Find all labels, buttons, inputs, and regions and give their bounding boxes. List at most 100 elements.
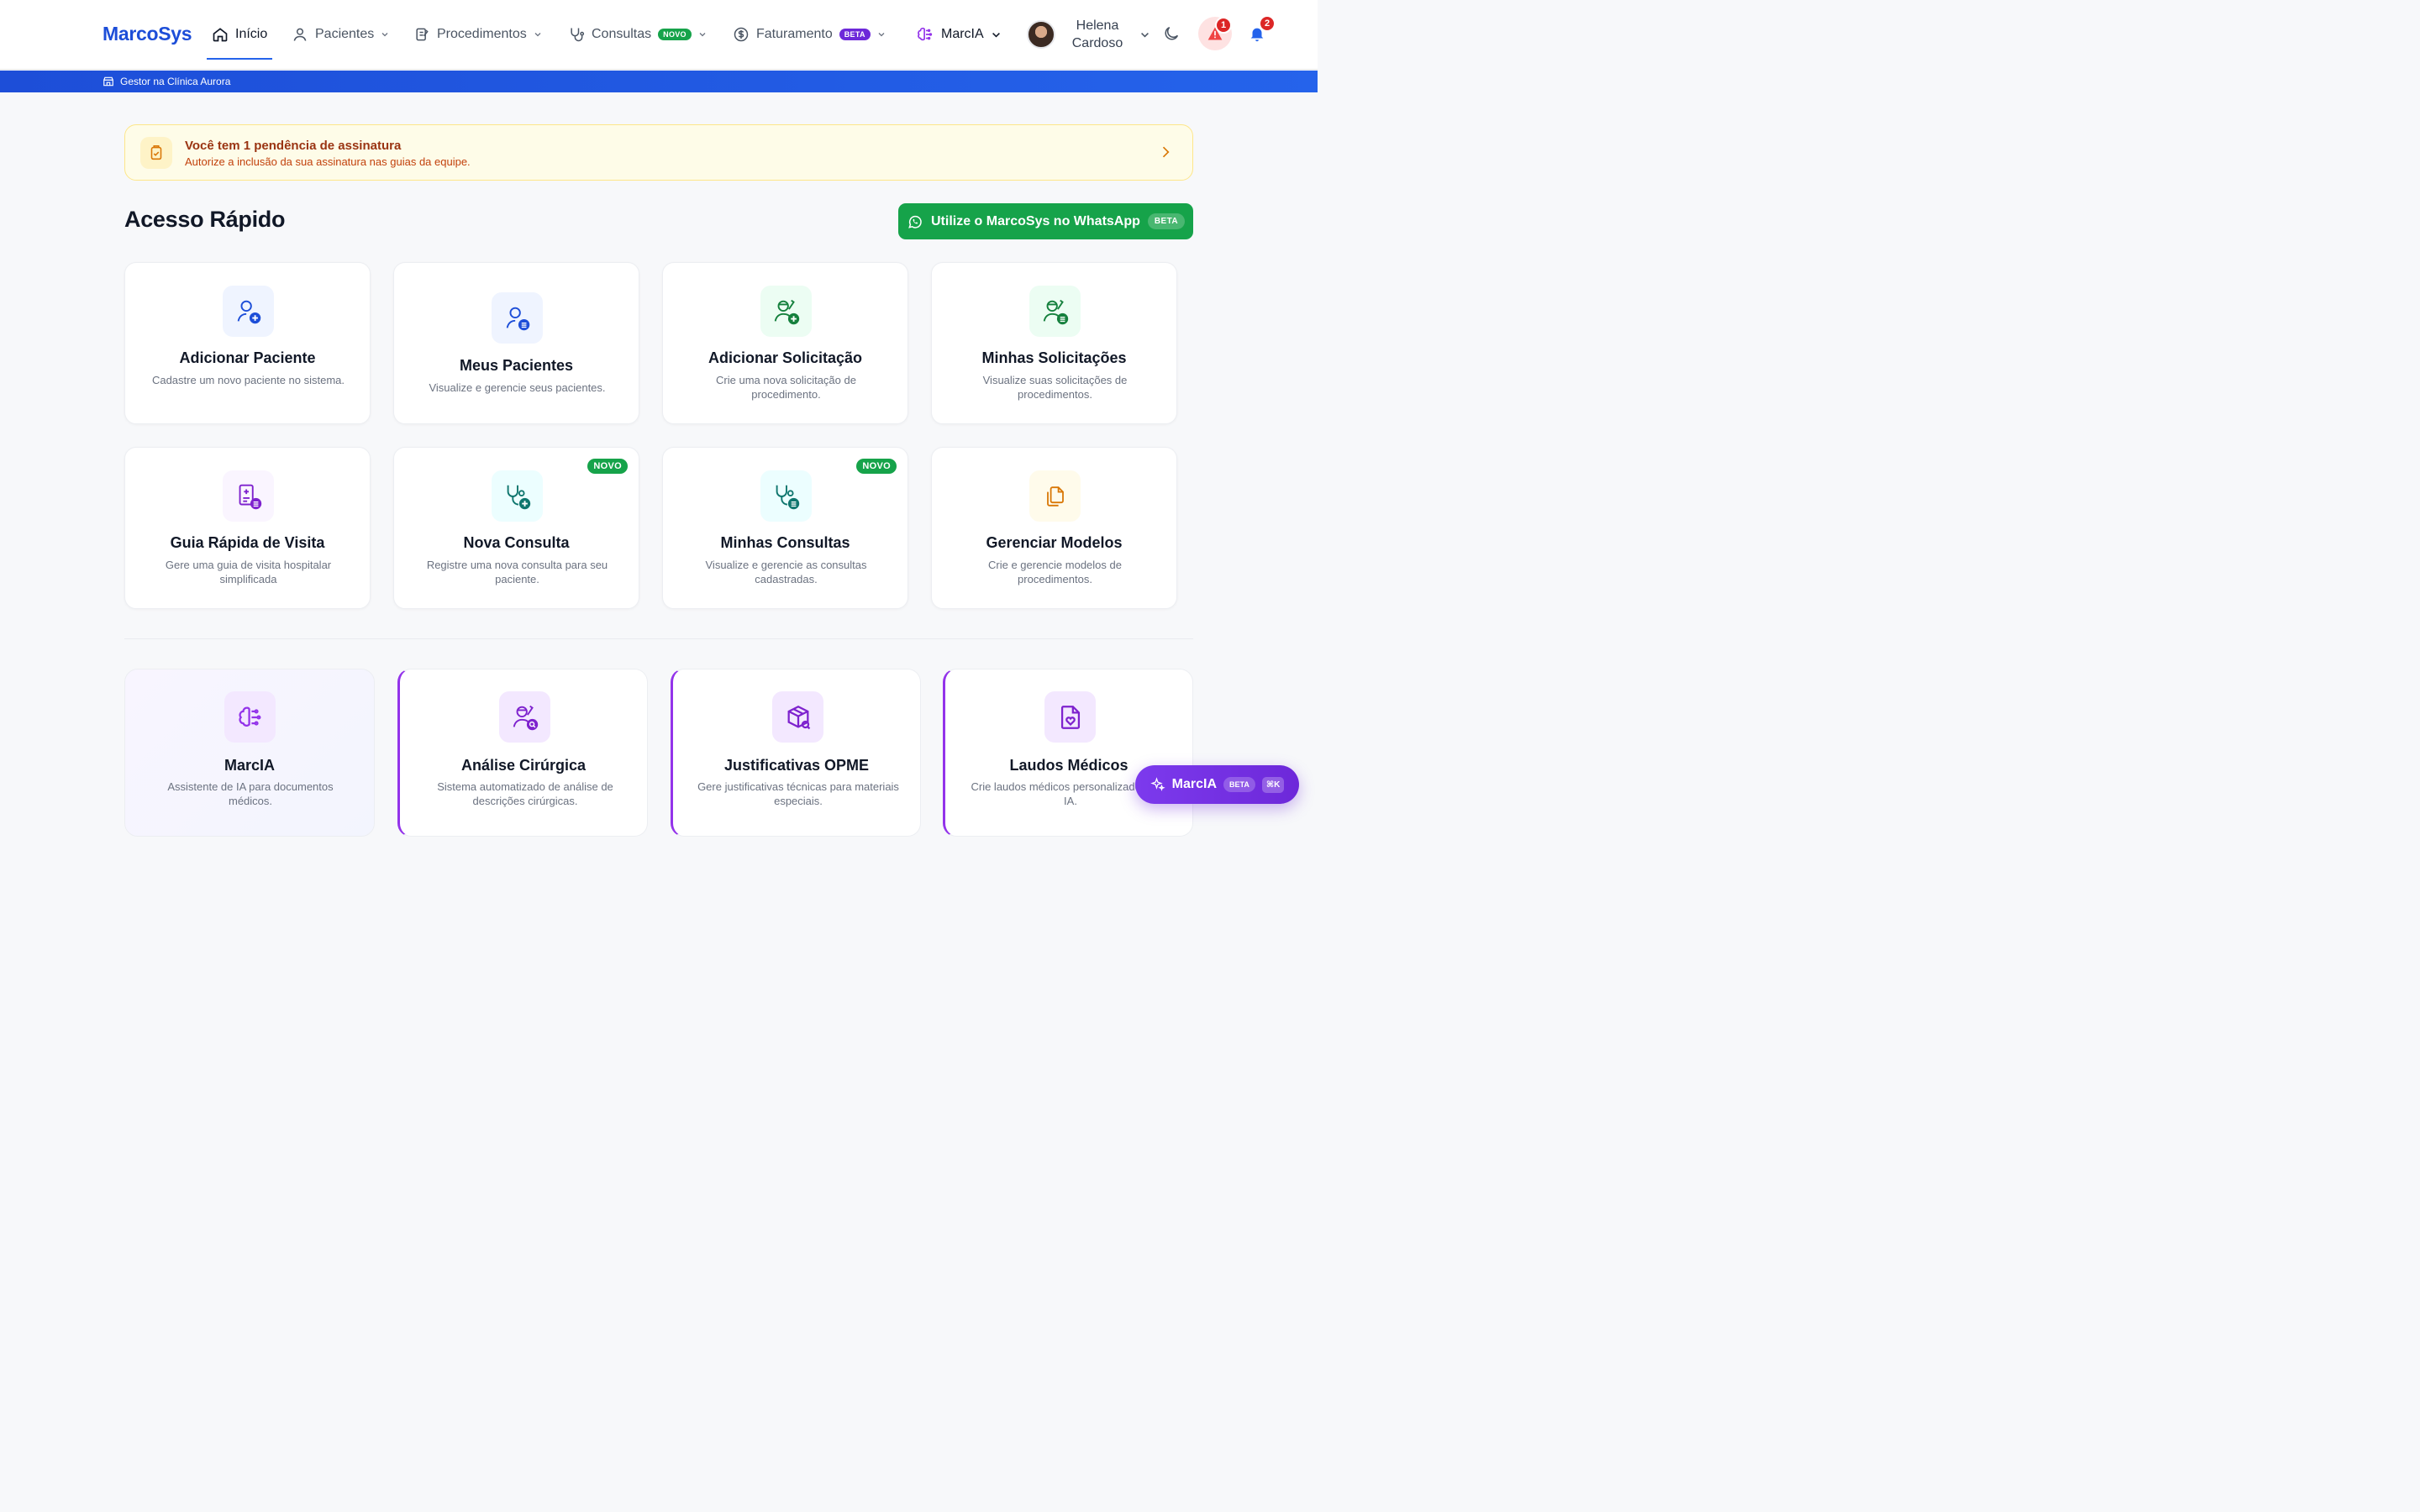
card-gerenciar-modelos[interactable]: Gerenciar Modelos Crie e gerencie modelo… [931,447,1177,609]
card-justificativas-opme[interactable]: Justificativas OPME Gere justificativas … [671,669,921,837]
user-name: Helena Cardoso [1071,18,1123,50]
chevron-down-icon [1141,32,1149,38]
new-badge: NOVO [658,29,692,40]
card-title: Análise Cirúrgica [460,757,587,774]
user-icon [293,28,307,41]
nav-faturamento[interactable]: Faturamento BETA [733,24,886,45]
card-laudos-medicos[interactable]: Laudos Médicos Crie laudos médicos perso… [943,669,1193,837]
doctor-search-icon [499,691,550,743]
alerts-button[interactable]: 1 [1198,17,1232,50]
beta-badge: BETA [839,29,871,40]
beta-badge: BETA [1223,777,1255,792]
whatsapp-button[interactable]: Utilize o MarcoSys no WhatsApp BETA [898,203,1193,239]
user-menu[interactable]: Helena Cardoso [1027,17,1150,52]
signature-pending-alert[interactable]: Você tem 1 pendência de assinatura Autor… [124,124,1193,181]
beta-badge: BETA [1147,213,1185,229]
new-badge: NOVO [856,459,897,474]
notifications-button[interactable]: 2 [1240,15,1276,50]
whatsapp-label: Utilize o MarcoSys no WhatsApp [930,213,1140,228]
card-minhas-consultas[interactable]: NOVO Minhas Consultas Visualize e gerenc… [662,447,908,609]
card-nova-consulta[interactable]: NOVO Nova Consulta Registre uma nova con… [393,447,639,609]
moon-icon [1165,26,1179,40]
clipboard-doctor-icon [416,28,429,41]
chevron-down-icon [381,33,388,37]
user-plus-icon [223,286,274,337]
medical-doc-list-icon [223,470,274,522]
card-adicionar-solicitacao[interactable]: Adicionar Solicitação Crie uma nova soli… [662,262,908,424]
file-heart-icon [1044,691,1096,743]
nav-consultas[interactable]: Consultas NOVO [568,24,707,45]
stethoscope-plus-icon [492,470,543,522]
nav-pacientes-label: Pacientes [315,27,375,41]
sparkles-icon [1150,777,1165,791]
brain-icon [918,27,933,41]
card-meus-pacientes[interactable]: Meus Pacientes Visualize e gerencie seus… [393,262,639,424]
card-analise-cirurgica[interactable]: Análise Cirúrgica Sistema automatizado d… [397,669,648,837]
alert-subtitle: Autorize a inclusão da sua assinatura na… [185,155,471,168]
chevron-down-icon [699,33,706,37]
nav-consultas-label: Consultas [592,27,652,41]
top-header: MarcoSys Início Pacientes Procedimentos … [0,0,1318,70]
marcia-floating-button[interactable]: MarcIA BETA ⌘K [1135,765,1299,804]
card-minhas-solicitacoes[interactable]: Minhas Solicitações Visualize suas solic… [931,262,1177,424]
card-desc: Gere justificativas técnicas para materi… [697,780,899,807]
card-desc: Crie uma nova solicitação de procediment… [716,374,856,401]
stethoscope-icon [571,28,585,42]
nav-procedimentos-label: Procedimentos [437,27,527,41]
new-badge: NOVO [587,459,628,474]
card-adicionar-paciente[interactable]: Adicionar Paciente Cadastre um novo paci… [124,262,371,424]
card-desc: Sistema automatizado de análise de descr… [437,780,613,807]
clipboard-check-icon [150,144,162,160]
doctor-list-icon [1029,286,1081,337]
avatar [1027,20,1055,49]
card-desc: Assistente de IA para documentos médicos… [167,780,334,807]
store-icon [103,76,113,87]
section-title-acesso-rapido: Acesso Rápido [124,207,286,232]
card-title: Adicionar Paciente [179,349,316,366]
package-search-icon [772,691,823,743]
card-title: Meus Pacientes [459,357,574,374]
card-desc: Gere uma guia de visita hospitalar simpl… [165,559,332,585]
fab-label: MarcIA [1171,777,1217,791]
card-desc: Cadastre um novo paciente no sistema. [151,374,345,386]
chevron-right-icon [1162,146,1170,158]
nav-marcia[interactable]: MarcIA [916,24,1002,45]
nav-marcia-label: MarcIA [941,27,984,41]
nav-procedimentos[interactable]: Procedimentos [413,24,542,45]
chevron-down-icon [534,33,541,37]
card-desc: Visualize e gerencie as consultas cadast… [705,559,867,585]
nav-faturamento-label: Faturamento [756,27,833,41]
card-title: Minhas Solicitações [981,349,1127,366]
brain-icon [224,691,276,743]
home-icon [213,28,228,42]
whatsapp-icon [908,215,922,228]
card-title: Nova Consulta [463,534,570,551]
card-guia-rapida-visita[interactable]: Guia Rápida de Visita Gere uma guia de v… [124,447,371,609]
nav-inicio[interactable]: Início [212,24,267,45]
card-desc: Visualize e gerencie seus pacientes. [429,381,606,394]
nav-pacientes[interactable]: Pacientes [292,24,389,45]
card-marcia[interactable]: MarcIA Assistente de IA para documentos … [124,669,375,837]
alert-icon-box [140,137,172,169]
card-desc: Visualize suas solicitações de procedime… [982,374,1128,401]
nav-active-indicator [207,58,272,60]
nav-inicio-label: Início [235,27,268,41]
app-logo[interactable]: MarcoSys [103,23,192,45]
notifications-count: 2 [1259,15,1276,32]
stethoscope-list-icon [760,470,812,522]
dollar-circle-icon [734,27,749,42]
section-divider [124,638,1193,639]
card-desc: Crie e gerencie modelos de procedimentos… [988,559,1122,585]
shortcut-hint: ⌘K [1261,776,1285,793]
doctor-plus-icon [760,286,812,337]
card-title: MarcIA [224,757,276,774]
card-title: Adicionar Solicitação [708,349,863,366]
alert-title: Você tem 1 pendência de assinatura [185,139,402,153]
dark-mode-toggle[interactable] [1155,17,1188,50]
alerts-count: 1 [1215,17,1232,34]
card-title: Gerenciar Modelos [986,534,1123,551]
card-title: Justificativas OPME [723,757,870,774]
user-list-icon [492,292,543,344]
card-desc: Registre uma nova consulta para seu paci… [426,559,608,585]
clinic-bar: Gestor na Clínica Aurora [0,71,1318,92]
